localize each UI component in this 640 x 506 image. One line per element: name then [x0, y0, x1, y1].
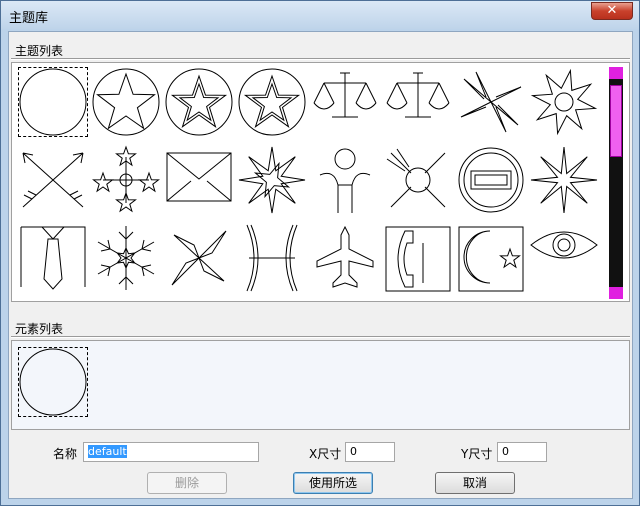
telephone-icon	[385, 226, 451, 292]
necktie-icon	[20, 226, 86, 290]
theme-item[interactable]	[237, 67, 307, 137]
pinwheel-icon	[460, 71, 522, 133]
dialog-body: 主题列表 元素列表 名称 default X尺寸 0 Y尺寸 0 删除 使用所选…	[8, 31, 633, 499]
theme-item[interactable]	[529, 145, 599, 215]
divider	[11, 58, 630, 60]
theme-item[interactable]	[18, 145, 88, 215]
theme-item[interactable]	[18, 347, 88, 417]
windmill-icon	[171, 230, 227, 286]
vertical-scrollbar[interactable]	[609, 67, 623, 299]
title-bar[interactable]: 主题库 ✕	[1, 1, 639, 29]
x-size-label: X尺寸	[309, 447, 342, 461]
star-cluster-icon	[92, 145, 160, 213]
theme-item[interactable]	[310, 145, 380, 215]
crescent-star-icon	[458, 226, 524, 292]
envelope-icon	[166, 152, 232, 202]
pisces-icon	[246, 224, 298, 292]
y-size-label: Y尺寸	[461, 447, 493, 461]
theme-item[interactable]	[164, 145, 234, 215]
divider	[11, 336, 630, 338]
snowflake-icon	[97, 226, 155, 290]
theme-item[interactable]	[310, 223, 380, 293]
circle-icon	[19, 68, 87, 136]
sun-rays-icon	[530, 68, 598, 136]
name-field[interactable]: default	[83, 442, 259, 462]
theme-item[interactable]	[456, 67, 526, 137]
name-label: 名称	[53, 447, 78, 461]
theme-item[interactable]	[18, 67, 88, 137]
cancel-button[interactable]: 取消	[435, 472, 515, 494]
theme-item[interactable]	[456, 223, 526, 293]
element-grid	[11, 340, 630, 430]
theme-item[interactable]	[164, 67, 234, 137]
scroll-up-arrow[interactable]	[609, 67, 623, 79]
close-button[interactable]: ✕	[591, 2, 633, 20]
theme-item[interactable]	[383, 145, 453, 215]
theme-item[interactable]	[237, 145, 307, 215]
y-size-field[interactable]: 0	[497, 442, 547, 462]
theme-item[interactable]	[237, 223, 307, 293]
theme-grid	[11, 62, 630, 302]
theme-item[interactable]	[383, 67, 453, 137]
balance-scale-icon	[386, 72, 450, 118]
theme-item[interactable]	[529, 67, 599, 137]
airplane-icon	[316, 225, 374, 288]
theme-item[interactable]	[18, 223, 88, 293]
x-circle-icon	[386, 148, 446, 208]
theme-item[interactable]	[383, 223, 453, 293]
theme-item[interactable]	[456, 145, 526, 215]
eight-point-star-icon	[530, 146, 598, 214]
no-entry-sign-icon	[458, 147, 524, 213]
compass-star-icon	[238, 146, 306, 214]
circle-icon	[19, 348, 87, 416]
x-size-field[interactable]: 0	[345, 442, 395, 462]
theme-item[interactable]	[91, 223, 161, 293]
window-title: 主题库	[9, 11, 49, 26]
balance-scale-icon	[313, 72, 377, 118]
person-figure-icon	[319, 148, 371, 213]
element-list-title: 元素列表	[15, 322, 64, 336]
theme-item[interactable]	[91, 67, 161, 137]
scroll-down-arrow[interactable]	[609, 287, 623, 299]
double-star-circle-icon	[238, 68, 306, 136]
theme-library-dialog: 主题库 ✕ 主题列表 元素列表 名称 default X尺寸 0 Y尺寸 0 删…	[0, 0, 640, 506]
theme-item[interactable]	[310, 67, 380, 137]
double-star-circle-icon	[165, 68, 233, 136]
theme-item[interactable]	[529, 223, 599, 293]
theme-list-title: 主题列表	[15, 44, 64, 58]
crossed-arrows-icon	[22, 152, 84, 208]
theme-item[interactable]	[91, 145, 161, 215]
scroll-thumb[interactable]	[610, 85, 622, 157]
theme-item[interactable]	[164, 223, 234, 293]
delete-button[interactable]: 删除	[147, 472, 227, 494]
close-icon: ✕	[606, 3, 618, 18]
eye-icon	[530, 231, 598, 259]
star-in-circle-icon	[92, 68, 160, 136]
use-selected-button[interactable]: 使用所选	[293, 472, 373, 494]
